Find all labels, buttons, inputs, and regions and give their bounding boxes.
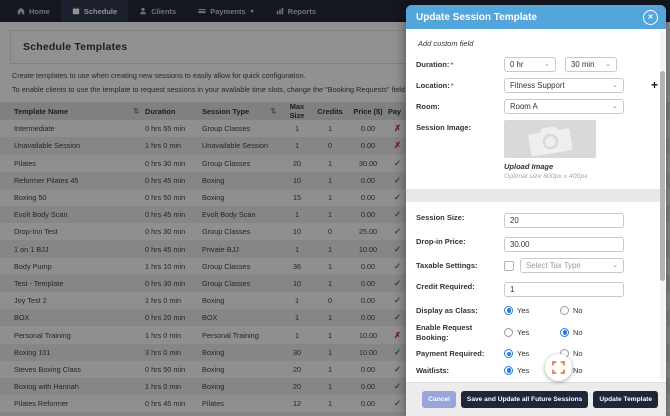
image-size-hint: Optimal size 800px x 400px: [504, 173, 624, 180]
radio-icon[interactable]: [504, 328, 513, 337]
radio-icon[interactable]: [504, 306, 513, 315]
field-location: Location:* Fitness Support⌄ +: [416, 78, 624, 93]
field-label: Credit Required:: [416, 279, 504, 297]
duration-minutes-select[interactable]: 30 min⌄: [565, 57, 617, 72]
close-icon[interactable]: ✕: [643, 10, 658, 25]
field-waitlists: Waitlists: Yes No: [416, 363, 624, 376]
room-select[interactable]: Room A⌄: [504, 99, 624, 114]
field-credit-required: Credit Required:: [416, 279, 624, 297]
update-session-template-modal: Update Session Template ✕ Add custom fie…: [406, 5, 666, 416]
radio-icon[interactable]: [560, 328, 569, 337]
modal-section-top: Add custom field Duration:* 0 hr⌄ 30 min…: [406, 29, 666, 189]
field-label: Taxable Settings:: [416, 258, 504, 273]
radio-option-yes[interactable]: Yes: [504, 328, 560, 337]
modal-header: Update Session Template ✕: [406, 5, 666, 29]
field-drop-in-price: Drop-in Price:: [416, 234, 624, 252]
modal-footer: Cancel Save and Update all Future Sessio…: [406, 382, 666, 416]
modal-body: Add custom field Duration:* 0 hr⌄ 30 min…: [406, 29, 666, 382]
field-payment-required: Payment Required: Yes No: [416, 346, 624, 359]
camera-icon: [516, 120, 585, 158]
field-taxable-settings: Taxable Settings: Select Tax Type⌄: [416, 258, 624, 273]
field-label: Payment Required:: [416, 346, 504, 359]
scrollbar-thumb[interactable]: [660, 71, 665, 281]
radio-icon[interactable]: [504, 366, 513, 375]
radio-option-yes[interactable]: Yes: [504, 306, 560, 315]
credit-required-input[interactable]: [504, 282, 624, 297]
field-label: Duration:*: [416, 57, 504, 72]
radio-icon[interactable]: [504, 349, 513, 358]
field-duration: Duration:* 0 hr⌄ 30 min⌄: [416, 57, 624, 72]
screen: Home Schedule Clients Payments ▾ Reports…: [0, 0, 670, 416]
radio-icon[interactable]: [560, 306, 569, 315]
update-template-button[interactable]: Update Template: [593, 391, 658, 408]
field-label: Session Size:: [416, 210, 504, 228]
modal-scrollbar[interactable]: [660, 31, 665, 380]
required-asterisk: *: [450, 60, 453, 69]
tax-type-select[interactable]: Select Tax Type⌄: [520, 258, 624, 273]
duration-hours-select[interactable]: 0 hr⌄: [504, 57, 556, 72]
radio-option-no[interactable]: No: [560, 306, 616, 315]
cancel-button[interactable]: Cancel: [422, 391, 456, 408]
field-label: Waitlists:: [416, 363, 504, 376]
click-indicator-icon: [545, 354, 572, 381]
chevron-down-icon: ⌄: [612, 262, 618, 269]
field-label: Enable Request Booking:: [416, 320, 504, 343]
taxable-checkbox[interactable]: [504, 261, 514, 271]
upload-image-link[interactable]: Upload Image: [504, 162, 624, 171]
chevron-down-icon: ⌄: [544, 61, 550, 68]
field-label: Room:: [416, 99, 504, 114]
modal-section-settings: Session Size: Drop-in Price: Taxable Set…: [406, 202, 666, 382]
session-size-input[interactable]: [504, 213, 624, 228]
add-custom-field-link[interactable]: Add custom field: [418, 39, 624, 48]
session-image-placeholder[interactable]: [504, 120, 596, 158]
add-location-button[interactable]: +: [651, 79, 658, 92]
field-label: Location:*: [416, 78, 504, 93]
field-session-image: Session Image: Upload Image Optimal size…: [416, 120, 624, 180]
radio-option-no[interactable]: No: [560, 349, 616, 358]
required-asterisk: *: [451, 81, 454, 90]
field-display-as-class: Display as Class: Yes No: [416, 303, 624, 316]
field-label: Drop-in Price:: [416, 234, 504, 252]
radio-option-no[interactable]: No: [560, 328, 616, 337]
save-future-sessions-button[interactable]: Save and Update all Future Sessions: [461, 391, 588, 408]
field-room: Room: Room A⌄: [416, 99, 624, 114]
field-enable-request-booking: Enable Request Booking: Yes No: [416, 320, 624, 343]
drop-in-price-input[interactable]: [504, 237, 624, 252]
chevron-down-icon: ⌄: [612, 82, 618, 89]
field-label: Display as Class:: [416, 303, 504, 316]
field-label: Session Image:: [416, 120, 504, 180]
modal-title: Update Session Template: [416, 12, 537, 23]
location-select[interactable]: Fitness Support⌄: [504, 78, 624, 93]
chevron-down-icon: ⌄: [605, 61, 611, 68]
chevron-down-icon: ⌄: [612, 103, 618, 110]
field-session-size: Session Size:: [416, 210, 624, 228]
